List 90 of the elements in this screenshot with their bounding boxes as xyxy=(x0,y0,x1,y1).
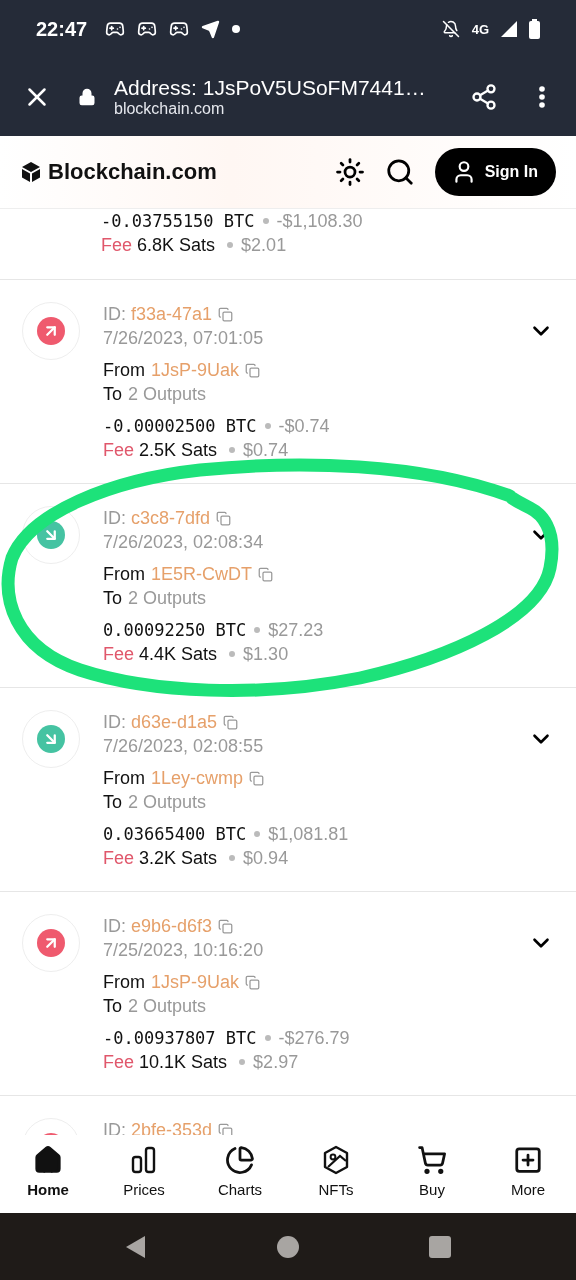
fee-amount: Fee 4.4K Sats xyxy=(103,643,218,666)
copy-button[interactable] xyxy=(245,974,261,990)
nav-tab[interactable]: Home xyxy=(0,1135,96,1213)
from-label: From xyxy=(103,971,145,994)
copy-icon xyxy=(218,306,234,322)
nav-tab[interactable]: Charts xyxy=(192,1135,288,1213)
transaction-date: 7/26/2023, 02:08:55 xyxy=(103,735,264,758)
bell-off-icon xyxy=(441,20,460,38)
copy-button[interactable] xyxy=(216,510,232,526)
fee-usd: $1.30 xyxy=(243,643,289,666)
sign-in-button[interactable]: Sign In xyxy=(434,148,556,196)
btc-amount: -0.03755150 BTC xyxy=(101,210,255,233)
transaction-id: ID: d63e-d1a5 xyxy=(103,711,218,734)
copy-button[interactable] xyxy=(223,714,239,730)
btc-amount: 0.03665400 BTC xyxy=(103,823,247,846)
copy-icon xyxy=(218,918,234,934)
copy-button[interactable] xyxy=(218,1122,234,1135)
back-icon[interactable] xyxy=(125,1234,147,1259)
copy-button[interactable] xyxy=(218,306,234,322)
outputs-count: 2 Outputs xyxy=(128,995,207,1018)
nav-tab[interactable]: Buy xyxy=(384,1135,480,1213)
copy-icon xyxy=(258,566,273,582)
to-label: To xyxy=(103,587,122,610)
gamepad-icon xyxy=(169,19,190,39)
gamepad-icon xyxy=(137,19,158,39)
copy-button[interactable] xyxy=(249,770,265,786)
transaction-date: 7/26/2023, 07:01:05 xyxy=(103,327,264,350)
outputs-count: 2 Outputs xyxy=(128,383,207,406)
transaction-id: ID: e9b6-d6f3 xyxy=(103,915,213,938)
fee-usd: $2.01 xyxy=(241,234,287,257)
copy-button[interactable] xyxy=(245,362,261,378)
to-label: To xyxy=(103,995,122,1018)
search-button[interactable] xyxy=(384,157,415,187)
btc-amount: -0.00002500 BTC xyxy=(103,415,257,438)
paper-plane-icon xyxy=(201,19,221,39)
copy-icon xyxy=(218,1122,234,1135)
transaction-date: 7/26/2023, 02:08:34 xyxy=(103,531,264,554)
transaction-id: ID: c3c8-7dfd xyxy=(103,507,211,530)
theme-button[interactable] xyxy=(334,157,365,187)
cube-logo-icon xyxy=(20,161,42,183)
status-time: 22:47 xyxy=(36,17,88,41)
recents-square-icon[interactable] xyxy=(429,1235,451,1258)
sun-icon xyxy=(334,157,365,187)
copy-icon xyxy=(245,362,261,378)
fee-amount: Fee 3.2K Sats xyxy=(103,847,218,870)
nav-tab[interactable]: NFTs xyxy=(288,1135,384,1213)
copy-icon xyxy=(245,974,261,990)
signal-icon xyxy=(501,21,517,37)
to-label: To xyxy=(103,383,122,406)
search-icon xyxy=(384,157,415,187)
copy-icon xyxy=(223,714,239,730)
fee-usd: $0.94 xyxy=(243,847,289,870)
from-label: From xyxy=(103,359,145,382)
page-title: Address: 1JsPoV5USoFM7441… xyxy=(114,76,427,100)
to-label: To xyxy=(103,791,122,814)
menu-icon xyxy=(539,86,545,108)
outputs-count: 2 Outputs xyxy=(128,587,207,610)
lock-icon xyxy=(78,88,96,106)
btc-amount: -0.00937807 BTC xyxy=(103,1027,257,1050)
copy-button[interactable] xyxy=(258,566,273,582)
fee-amount: Fee 2.5K Sats xyxy=(103,439,218,462)
from-label: From xyxy=(103,767,145,790)
copy-icon xyxy=(216,510,232,526)
fee-amount: Fee 10.1K Sats xyxy=(103,1051,228,1074)
network-type: 4G xyxy=(471,21,489,37)
btc-amount: 0.00092250 BTC xyxy=(103,619,247,642)
outputs-count: 2 Outputs xyxy=(128,791,207,814)
fee-usd: $2.97 xyxy=(253,1051,299,1074)
page-url: blockchain.com xyxy=(114,100,226,118)
nav-tab[interactable]: Prices xyxy=(96,1135,192,1213)
from-label: From xyxy=(103,563,145,586)
share-icon xyxy=(470,83,498,111)
copy-button[interactable] xyxy=(218,918,234,934)
usd-amount: $1,081.81 xyxy=(268,823,349,846)
usd-amount: $27.23 xyxy=(268,619,324,642)
fee-amount: Fee 6.8K Sats xyxy=(101,234,216,257)
usd-amount: -$276.79 xyxy=(278,1027,350,1050)
gamepad-icon xyxy=(105,19,126,39)
transaction-id: ID: f33a-47a1 xyxy=(103,303,213,326)
transaction-date: 7/25/2023, 10:16:20 xyxy=(103,939,264,962)
battery-icon xyxy=(529,19,540,39)
usd-amount: -$1,108.30 xyxy=(276,210,363,233)
dot-icon xyxy=(232,25,241,33)
home-circle-icon[interactable] xyxy=(277,1235,299,1258)
brand-name: Blockchain.com xyxy=(48,159,217,185)
nav-tab[interactable]: More xyxy=(480,1135,576,1213)
copy-icon xyxy=(249,770,265,786)
share-button[interactable] xyxy=(470,83,498,111)
usd-amount: -$0.74 xyxy=(278,415,330,438)
fee-usd: $0.74 xyxy=(243,439,289,462)
